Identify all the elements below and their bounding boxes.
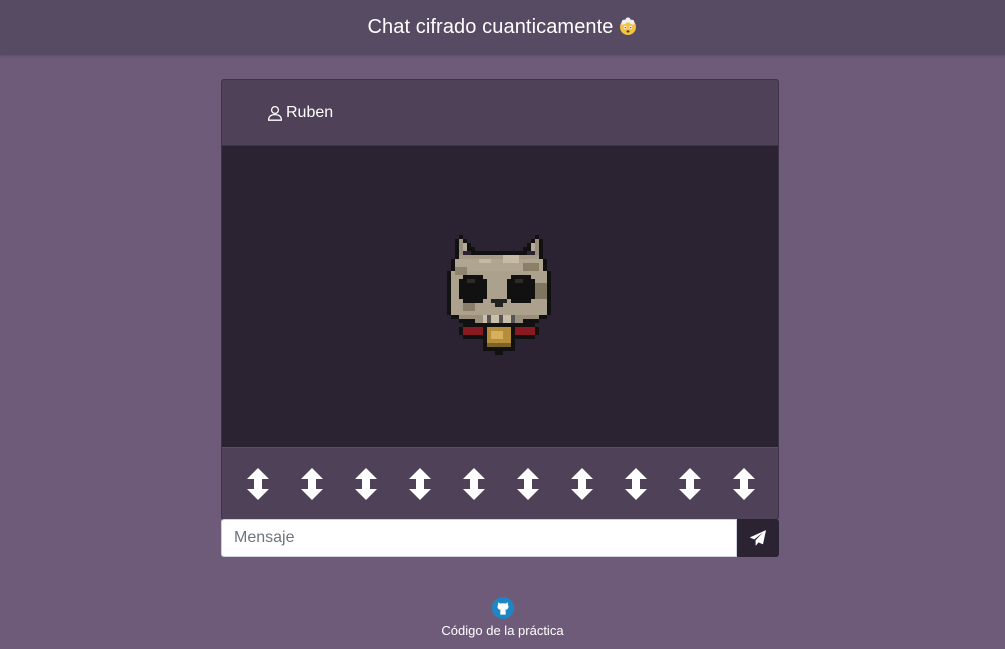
paper-plane-icon (750, 530, 766, 546)
qubit-toggle-button-4[interactable] (409, 468, 431, 500)
user-icon (267, 105, 283, 121)
page-title: Chat cifrado cuanticamente (367, 16, 637, 39)
github-icon (491, 597, 514, 619)
qubit-toggle-button-9[interactable] (679, 468, 701, 500)
up-down-arrow-icon (517, 468, 539, 500)
qubit-toggle-bar (222, 447, 778, 519)
github-octocat-glyph (496, 602, 509, 615)
up-down-arrow-icon (409, 468, 431, 500)
page-title-text: Chat cifrado cuanticamente (367, 16, 614, 38)
qubit-toggle-button-6[interactable] (517, 468, 539, 500)
up-down-arrow-icon (301, 468, 323, 500)
qubit-toggle-button-7[interactable] (571, 468, 593, 500)
top-navbar: Chat cifrado cuanticamente (0, 0, 1005, 55)
message-input[interactable] (221, 519, 737, 557)
qubit-toggle-button-5[interactable] (463, 468, 485, 500)
pixel-skull-cat-avatar (447, 235, 551, 355)
send-button[interactable] (737, 519, 779, 557)
chat-card: Ruben (221, 79, 779, 520)
chat-card-header: Ruben (222, 80, 778, 146)
qubit-toggle-button-8[interactable] (625, 468, 647, 500)
up-down-arrow-icon (733, 468, 755, 500)
qubit-toggle-button-2[interactable] (301, 468, 323, 500)
chat-username: Ruben (286, 103, 334, 121)
up-down-arrow-icon (463, 468, 485, 500)
qubit-toggle-button-3[interactable] (355, 468, 377, 500)
chat-body (222, 146, 778, 447)
qubit-toggle-button-10[interactable] (733, 468, 755, 500)
source-code-link-text: Código de la práctica (441, 623, 564, 638)
up-down-arrow-icon (679, 468, 701, 500)
up-down-arrow-icon (247, 468, 269, 500)
up-down-arrow-icon (625, 468, 647, 500)
qubit-toggle-button-1[interactable] (247, 468, 269, 500)
up-down-arrow-icon (355, 468, 377, 500)
exploding-head-emoji-icon (619, 17, 636, 35)
up-down-arrow-icon (571, 468, 593, 500)
message-composer (221, 519, 779, 557)
source-code-link[interactable]: Código de la práctica (0, 597, 1005, 638)
